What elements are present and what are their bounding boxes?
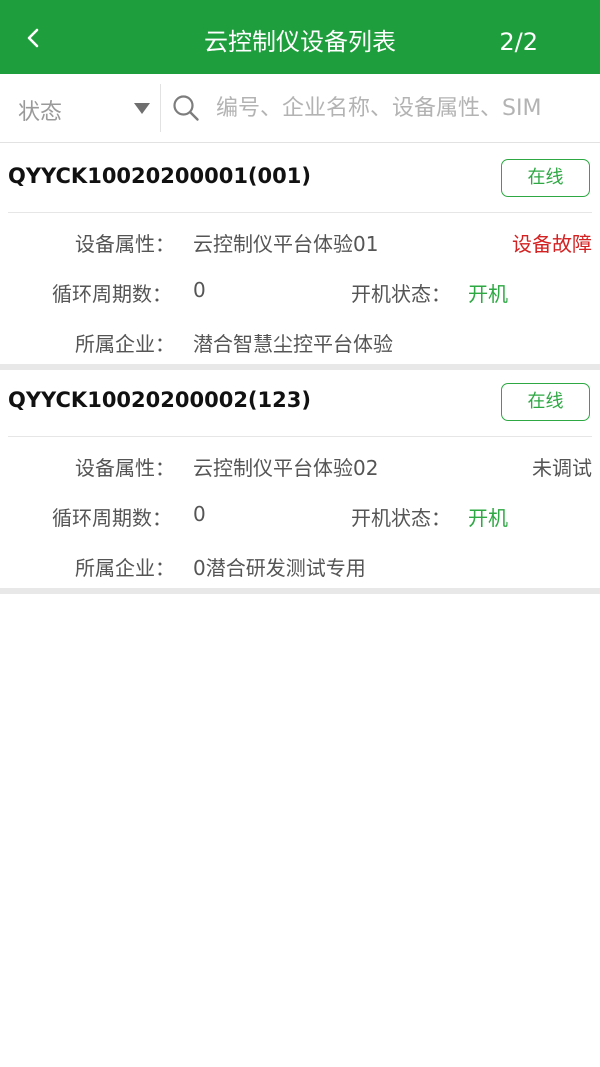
caret-down-icon xyxy=(134,103,150,114)
device-attribute-label: 设备属性： xyxy=(75,232,175,256)
search-input[interactable] xyxy=(216,88,600,128)
divider xyxy=(8,212,592,213)
device-attribute-value: 云控制仪平台体验01 xyxy=(193,232,379,256)
device-card[interactable]: QYYCK10020200002(123) 在线 设备属性： 云控制仪平台体验0… xyxy=(0,370,600,594)
cycle-count-label: 循环周期数： xyxy=(52,506,172,530)
device-attribute-value: 云控制仪平台体验02 xyxy=(193,456,379,480)
device-attribute-label: 设备属性： xyxy=(75,456,175,480)
device-id: QYYCK10020200001(001) xyxy=(8,164,311,188)
filter-bar: 状态 xyxy=(0,74,600,143)
company-label: 所属企业： xyxy=(75,332,175,356)
cycle-count-label: 循环周期数： xyxy=(52,282,172,306)
device-card[interactable]: QYYCK10020200001(001) 在线 设备属性： 云控制仪平台体验0… xyxy=(0,146,600,370)
online-status-badge[interactable]: 在线 xyxy=(501,383,590,421)
power-status-value: 开机 xyxy=(468,506,508,530)
cycle-count-value: 0 xyxy=(193,278,206,302)
company-value: 0潜合研发测试专用 xyxy=(193,556,366,580)
online-status-badge[interactable]: 在线 xyxy=(501,159,590,197)
search-icon xyxy=(173,95,199,121)
power-status-label: 开机状态： xyxy=(351,282,451,306)
company-label: 所属企业： xyxy=(75,556,175,580)
device-id: QYYCK10020200002(123) xyxy=(8,388,311,412)
company-value: 潜合智慧尘控平台体验 xyxy=(193,332,393,356)
fault-status: 设备故障 xyxy=(512,232,592,256)
page-indicator[interactable]: 2/2 xyxy=(499,0,538,74)
status-filter-dropdown[interactable]: 状态 xyxy=(0,84,161,132)
fault-status: 未调试 xyxy=(532,456,592,480)
app-header: 云控制仪设备列表 2/2 xyxy=(0,0,600,74)
power-status-value: 开机 xyxy=(468,282,508,306)
power-status-label: 开机状态： xyxy=(351,506,451,530)
divider xyxy=(8,436,592,437)
status-filter-label: 状态 xyxy=(18,100,63,125)
cycle-count-value: 0 xyxy=(193,502,206,526)
